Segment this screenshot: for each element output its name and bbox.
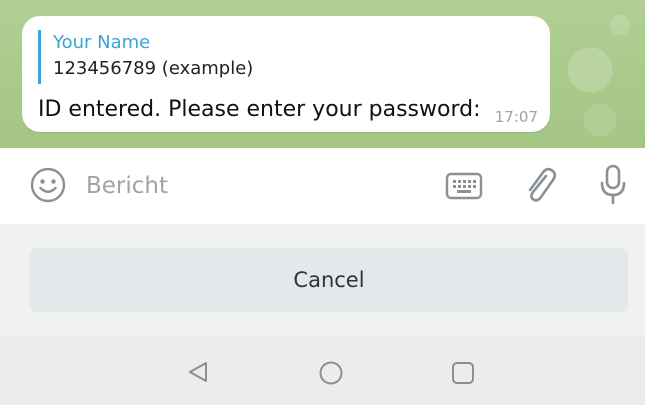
bot-keyboard: Cancel — [0, 224, 645, 336]
paperclip-icon[interactable] — [522, 164, 558, 206]
reply-author-name: Your Name — [53, 32, 151, 53]
message-bubble[interactable]: Your Name 123456789 (example) ID entered… — [22, 16, 550, 132]
cancel-button[interactable]: Cancel — [30, 248, 628, 312]
chat-wallpaper: Your Name 123456789 (example) ID entered… — [0, 0, 645, 148]
system-navigation-bar — [0, 336, 645, 405]
microphone-icon[interactable] — [598, 162, 628, 208]
reply-text: 123456789 (example) — [53, 58, 254, 79]
message-time: 17:07 — [494, 108, 538, 126]
emoji-icon[interactable] — [29, 166, 67, 204]
keyboard-icon[interactable] — [444, 170, 484, 202]
reply-quote[interactable]: Your Name 123456789 (example) — [38, 30, 253, 84]
home-circle-icon[interactable] — [318, 360, 344, 386]
message-input[interactable] — [86, 170, 426, 202]
message-text: ID entered. Please enter your password: — [38, 97, 481, 122]
message-input-bar — [0, 148, 645, 224]
recents-square-icon[interactable] — [451, 361, 475, 385]
back-triangle-icon[interactable] — [186, 360, 210, 384]
